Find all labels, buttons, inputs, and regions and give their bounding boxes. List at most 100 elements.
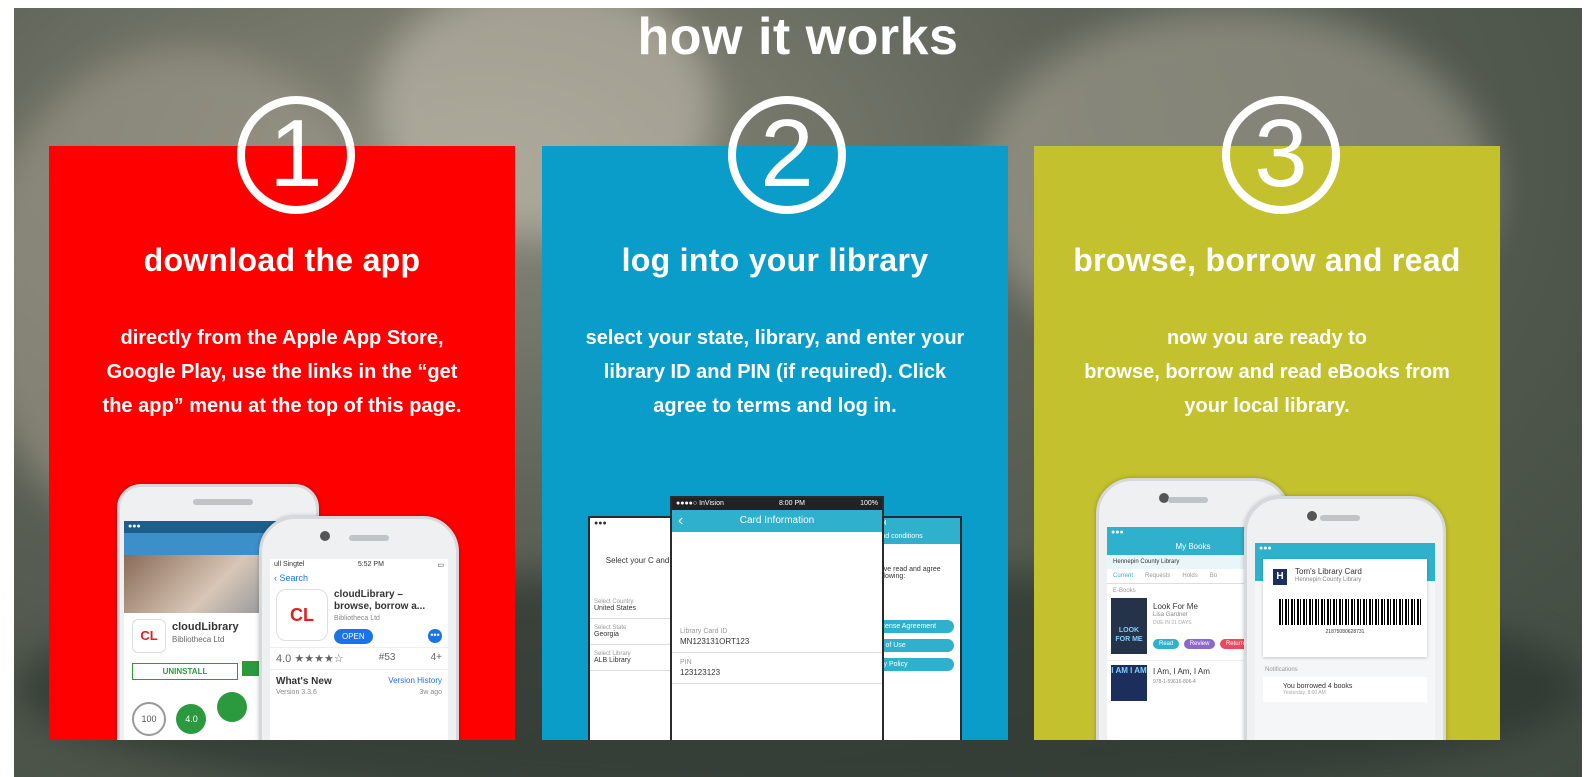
cloudlibrary-logo-icon: CL xyxy=(132,619,166,653)
book-cover: I AM I AM xyxy=(1111,665,1147,701)
library-card-screen: ●●● H Tom's Library Card Hennepin County… xyxy=(1255,543,1435,740)
category-badge-icon xyxy=(216,692,247,722)
select-title: Select your C and L xyxy=(605,556,676,565)
status-bar: ●●● xyxy=(590,518,680,530)
stars-icon: ★★★★☆ xyxy=(294,653,344,665)
phone-speaker xyxy=(1168,497,1208,503)
rating-value: 4.0 xyxy=(276,653,292,665)
carrier-text: ●●●●○ InVision xyxy=(676,500,724,507)
android-developer: Bibliotheca Ltd xyxy=(172,635,225,644)
status-bar: PM xyxy=(872,518,960,530)
age-rating: 4+ xyxy=(430,652,442,663)
version-row: Version 3.3.6 3w ago xyxy=(270,687,448,698)
library-card-phone: ●●● H Tom's Library Card Hennepin County… xyxy=(1244,496,1446,740)
back-to-search-link[interactable]: ‹ Search xyxy=(270,571,448,585)
library-label: Select Library xyxy=(594,651,631,657)
library-logo-icon: H xyxy=(1273,569,1287,585)
search-label: Search xyxy=(279,573,309,583)
whats-new-title: What's New xyxy=(276,676,332,687)
book-title: Look For Me xyxy=(1153,602,1198,611)
ios-status-bar: ull Singtel 5:52 PM ▭ xyxy=(270,559,448,571)
step-card-browse: browse, borrow and read now you are read… xyxy=(1034,146,1500,740)
cloudlibrary-logo-icon: CL xyxy=(276,589,328,641)
description-line: select your state, library, and enter yo… xyxy=(585,327,965,349)
step-card-download: download the app directly from the Apple… xyxy=(49,146,515,740)
card-info-header: ‹ Card Information xyxy=(672,510,882,532)
description-line: library ID and PIN (if required). Click xyxy=(603,361,947,383)
download-count-badge: 100 xyxy=(132,702,166,736)
step-number-2: 2 xyxy=(728,96,846,214)
status-bar: ●●●●○ InVision 8:00 PM 100% xyxy=(672,498,882,510)
tab-bookmarks[interactable]: Bo xyxy=(1210,573,1217,579)
barcode-number: 21875080628731 xyxy=(1325,629,1365,635)
privacy-policy-button[interactable]: cy Policy xyxy=(872,658,954,671)
step-description: directly from the Apple App Store, Googl… xyxy=(69,321,495,423)
carrier-text: ull Singtel xyxy=(274,561,305,568)
android-app-name: cloudLibrary xyxy=(172,621,239,633)
state-select[interactable]: Georgia xyxy=(590,631,680,645)
library-select[interactable]: ALB Library xyxy=(590,657,680,671)
barcode xyxy=(1279,599,1423,625)
version-history-link[interactable]: Version History xyxy=(388,676,442,687)
step-number-3: 3 xyxy=(1222,96,1340,214)
country-select[interactable]: United States xyxy=(590,605,680,619)
step-heading: log into your library xyxy=(621,242,929,278)
step-card-login: log into your library select your state,… xyxy=(542,146,1008,740)
open-button[interactable]: OPEN xyxy=(334,629,373,644)
notifications-label: Notifications xyxy=(1265,667,1298,673)
review-button[interactable]: Review xyxy=(1183,639,1216,649)
card-info-title: Card Information xyxy=(739,515,815,526)
phone-speaker xyxy=(1320,515,1360,521)
ratings-row: 4.0 ★★★★☆ #53 4+ xyxy=(270,647,448,669)
card-id-label: Library Card ID xyxy=(680,628,728,635)
description-line: now you are ready to xyxy=(1166,327,1368,349)
phone-speaker xyxy=(193,499,253,505)
step-heading: browse, borrow and read xyxy=(1073,242,1461,278)
app-store-title: cloudLibrary – browse, borrow a... xyxy=(334,589,426,612)
time-text: 5:52 PM xyxy=(357,561,384,568)
section-title: how it works xyxy=(637,8,959,66)
notification-text: You borrowed 4 books xyxy=(1283,683,1353,690)
read-button[interactable]: Read xyxy=(1153,639,1180,649)
tab-current[interactable]: Current xyxy=(1113,573,1133,579)
terms-of-use-button[interactable]: s of Use xyxy=(872,639,954,652)
book-cover: LOOK FOR ME xyxy=(1111,598,1147,654)
description-line: agree to terms and log in. xyxy=(653,395,897,417)
whats-new-row: What's New Version History xyxy=(270,669,448,687)
iphone-screen: ull Singtel 5:52 PM ▭ ‹ Search CL cloudL… xyxy=(270,559,448,740)
description-line: Google Play, use the links in the “get xyxy=(106,361,458,383)
card-id-input[interactable]: MN123131ORT123 xyxy=(672,635,882,653)
iphone: ull Singtel 5:52 PM ▭ ‹ Search CL cloudL… xyxy=(259,516,459,740)
pin-label: PIN xyxy=(680,659,692,666)
terms-header: s and conditions xyxy=(872,530,960,544)
terms-text: have read and agree following: xyxy=(876,566,941,580)
tab-holds[interactable]: Holds xyxy=(1182,573,1197,579)
description-line: directly from the Apple App Store, xyxy=(120,327,444,349)
step-description: now you are ready to browse, borrow and … xyxy=(1054,321,1480,423)
description-line: your local library. xyxy=(1184,395,1350,417)
step-number-1: 1 xyxy=(237,96,355,214)
description-line: browse, borrow and read eBooks from xyxy=(1084,361,1450,383)
pin-input[interactable]: 123123123 xyxy=(672,666,882,684)
description-line: the app” menu at the top of this page. xyxy=(102,395,462,417)
tab-requests[interactable]: Requests xyxy=(1145,573,1170,579)
battery-icon: ▭ xyxy=(437,562,444,569)
library-card[interactable]: H Tom's Library Card Hennepin County Lib… xyxy=(1263,559,1427,657)
back-chevron-icon[interactable]: ‹ xyxy=(678,510,683,532)
book-due: DUE IN 21 DAYS xyxy=(1153,620,1192,626)
app-store-developer: Bibliotheca Ltd xyxy=(334,615,380,622)
version-text: Version 3.3.6 xyxy=(276,689,317,696)
step-heading: download the app xyxy=(143,242,421,278)
license-agreement-button[interactable]: icense Agreement xyxy=(872,620,954,633)
card-information-screen: ●●●●○ InVision 8:00 PM 100% ‹ Card Infor… xyxy=(670,496,884,740)
book-meta: 978-1-59616-806-4 xyxy=(1153,679,1196,685)
chart-rank: #53 xyxy=(378,652,396,663)
app-store-header: CL cloudLibrary – browse, borrow a... Bi… xyxy=(270,585,448,647)
card-name: Tom's Library Card xyxy=(1295,567,1362,576)
more-options-icon[interactable]: ••• xyxy=(428,629,442,643)
version-age: 3w ago xyxy=(419,689,442,696)
uninstall-button[interactable]: UNINSTALL xyxy=(132,663,238,680)
notification-item[interactable]: You borrowed 4 books Yesterday, 8:00 AM xyxy=(1263,677,1427,702)
book-author: Lisa Gardner xyxy=(1153,612,1188,618)
phone-camera xyxy=(320,531,330,541)
